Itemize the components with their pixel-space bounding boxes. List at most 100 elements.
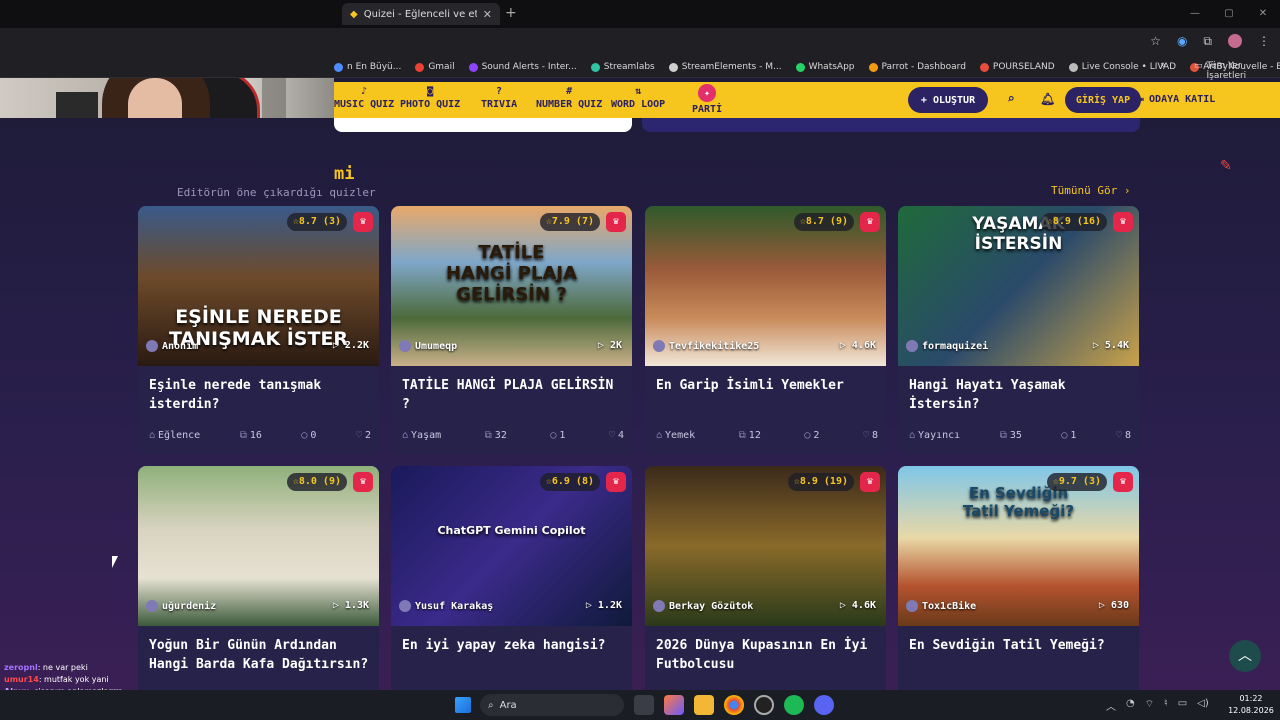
like-count[interactable]: ♡ 4 [609,430,624,441]
bookmarks-more-icon[interactable]: » [1160,60,1166,71]
quiz-author[interactable]: Tevfikekitike25 [653,340,759,352]
quiz-title[interactable]: En Garip İsimli Yemekler [656,376,878,395]
like-count[interactable]: ♡ 2 [356,430,371,441]
bookmark-item[interactable]: WhatsApp [795,62,855,72]
taskbar-search[interactable]: ⌕ Ara [480,694,624,716]
quiz-author[interactable]: Tox1cBike [906,600,976,612]
like-count[interactable]: ♡ 8 [863,430,878,441]
create-button[interactable]: + OLUŞTUR [908,87,988,113]
browser-tab[interactable]: ◆ Quizei - Eğlenceli ve etkileşimli ✕ [342,3,500,25]
quiz-card[interactable]: ☆8.9 (19) ♛ Berkay Gözütok ▷ 4.6K 2026 Dünya… [645,466,886,714]
extension-audio-icon[interactable]: ◉ [1177,34,1187,49]
quiz-card[interactable]: En Sevdiğin Tatil Yemeği? ☆9.7 (3) ♛ Tox1cB… [898,466,1139,714]
rating-badge: ☆9.7 (3) [1046,473,1107,491]
nav-label: PARTİ [692,104,723,115]
stack-icon: ⧉ [484,430,492,441]
close-window-icon[interactable]: ✕ [1246,0,1280,28]
quiz-card[interactable]: TATİLE HANGİ PLAJA GELİRSİN ? ☆7.9 (7) ♛ Um… [391,206,632,454]
taskbar-apps [634,695,834,715]
tray-app-icon[interactable]: ◔ [1126,698,1135,713]
quiz-title[interactable]: Hangi Hayatı Yaşamak İstersin? [909,376,1131,414]
windows-taskbar: ⌕ Ara ︿ ◔ ⌔ ♮ ▭ ◁) 01:22 12.08.2026 [0,690,1280,720]
quiz-author[interactable]: formaquizei [906,340,988,352]
login-button[interactable]: GİRİŞ YAP [1065,87,1141,113]
spotify-icon[interactable] [784,695,804,715]
bookmark-item[interactable]: Gmail [415,62,455,72]
quiz-author[interactable]: Berkay Gözütok [653,600,753,612]
extensions-icon[interactable]: ⧉ [1203,34,1212,49]
display-icon[interactable]: ▭ [1178,698,1187,713]
quiz-author[interactable]: Yusuf Karakaş [399,600,493,612]
author-name: Yusuf Karakaş [415,600,494,612]
bell-icon[interactable]: 🔔︎ [1040,92,1055,106]
bookmark-item[interactable]: Streamlabs [590,62,655,72]
quiz-card[interactable]: YAŞAMAK İSTERSİN ☆8.9 (16) ♛ formaquizei ▷ 5… [898,206,1139,454]
page-content: mi Editörün öne çıkardığı quizler Tümünü… [0,118,1280,714]
join-room-button[interactable]: ⇥ ODAYA KATIL [1138,94,1215,105]
rating-badge: ☆6.9 (8) [539,473,600,491]
nav-photo-quiz[interactable]: ◙ PHOTO QUIZ [400,86,460,110]
tray-expand-icon[interactable]: ︿ [1106,698,1116,713]
nav-music-quiz[interactable]: ♪ MUSIC QUIZ [334,86,394,110]
taskbar-search-label: Ara [499,699,517,711]
bookmark-item[interactable]: StreamElements - M... [668,62,782,72]
category-tag[interactable]: ⌂ Eğlence [149,430,200,441]
play-count: ▷ 2K [597,340,622,351]
quiz-title[interactable]: TATİLE HANGİ PLAJA GELİRSİN ? [402,376,624,414]
discord-icon[interactable] [814,695,834,715]
heart-icon: ♡ [355,430,362,441]
address-bar-icons: ☆ ◉ ⧉ ⋮ [1150,34,1270,49]
thumbnail-caption: ChatGPT Gemini Copilot [437,524,586,537]
like-count[interactable]: ♡ 8 [1116,430,1131,441]
quiz-title[interactable]: 2026 Dünya Kupasının En İyi Futbolcusu [656,636,878,674]
quiz-meta: ⌂ Yayıncı ⧉ 35 ◯ 1 ♡ 8 [909,430,1131,441]
quiz-card[interactable]: ChatGPT Gemini Copilot ☆6.9 (8) ♛ Yusuf Kar… [391,466,632,714]
nav-number-quiz[interactable]: # NUMBER QUIZ [536,86,602,110]
quiz-title[interactable]: Eşinle nerede tanışmak isterdin? [149,376,371,414]
quiz-card[interactable]: ☆8.7 (9) ♛ Tevfikekitike25 ▷ 4.6K En Garip İ… [645,206,886,454]
bookmark-item[interactable]: Sound Alerts - Inter... [468,62,577,72]
see-all-link[interactable]: Tümünü Gör › [1051,184,1130,197]
bookmark-label: POURSELAND [992,62,1055,72]
quiz-title[interactable]: En iyi yapay zeka hangisi? [402,636,624,655]
search-icon[interactable]: ⌕ [1007,92,1015,107]
quiz-author[interactable]: Umumeqp [399,340,457,352]
all-bookmarks[interactable]: ▭ Tüm Yer İşaretleri [1194,61,1280,81]
nav-word-loop[interactable]: ⇅ WORD LOOP [611,86,665,110]
microphone-icon[interactable]: ♮ [1164,698,1168,713]
file-explorer-icon[interactable] [694,695,714,715]
nav-party[interactable]: ✦ PARTİ [692,84,722,115]
tab-close-icon[interactable]: ✕ [483,8,492,21]
category-tag[interactable]: ⌂ Yayıncı [909,430,960,441]
rating-badge: ☆8.9 (19) [787,473,854,491]
obs-icon[interactable] [754,695,774,715]
chrome-icon[interactable] [724,695,744,715]
network-icon[interactable]: ⌔ [1145,698,1154,713]
copilot-icon[interactable] [664,695,684,715]
quiz-card[interactable]: EŞİNLE NEREDE TANIŞMAK İSTER ☆8.7 (3) ♛ Ano… [138,206,379,454]
quiz-author[interactable]: Anonim [146,340,198,352]
menu-kebab-icon[interactable]: ⋮ [1258,34,1270,49]
nav-trivia[interactable]: ? TRIVIA [481,86,517,110]
new-tab-button[interactable]: + [505,5,517,21]
loop-icon: ⇅ [635,86,642,97]
quiz-author[interactable]: uğurdeniz [146,600,216,612]
volume-icon[interactable]: ◁) [1197,698,1209,713]
bookmark-favicon-icon [868,62,878,72]
author-name: formaquizei [922,340,989,352]
bookmark-item[interactable]: n En Büyü... [334,62,401,72]
scroll-to-top-button[interactable]: ︿ [1229,640,1261,672]
profile-avatar-icon[interactable] [1228,34,1242,48]
windows-start-icon[interactable] [455,697,471,713]
bookmark-item[interactable]: POURSELAND [979,62,1055,72]
category-tag[interactable]: ⌂ Yemek [656,430,695,441]
category-tag[interactable]: ⌂ Yaşam [402,430,441,441]
bookmark-item[interactable]: Parrot - Dashboard [868,62,966,72]
bookmark-star-icon[interactable]: ☆ [1150,34,1161,49]
task-view-icon[interactable] [634,695,654,715]
maximize-icon[interactable]: ▢ [1212,0,1246,28]
minimize-icon[interactable]: — [1178,0,1212,28]
taskbar-clock[interactable]: 01:22 12.08.2026 [1228,693,1274,717]
comment-icon: ◯ [804,430,811,441]
quiz-title[interactable]: En Sevdiğin Tatil Yemeği? [909,636,1131,655]
